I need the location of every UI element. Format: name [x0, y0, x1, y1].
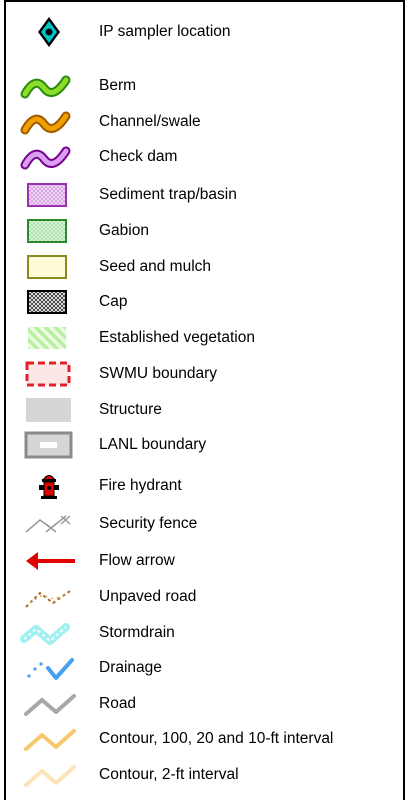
legend-label: Gabion	[99, 222, 149, 239]
legend-label: Flow arrow	[99, 552, 175, 569]
legend-label: Road	[99, 695, 137, 712]
drainage-icon	[27, 658, 74, 680]
gabion-icon	[27, 219, 67, 243]
lanl-boundary-icon	[24, 431, 73, 459]
legend-item-drainage: Drainage	[0, 652, 410, 684]
legend-label: Structure	[99, 401, 162, 418]
legend-label: Fire hydrant	[99, 477, 182, 494]
berm-icon	[20, 75, 71, 99]
cap-icon	[27, 290, 67, 314]
legend-item-swmu: SWMU boundary	[0, 358, 410, 390]
legend-label: SWMU boundary	[99, 365, 218, 382]
legend-item-contour-minor: Contour, 2-ft interval	[0, 759, 410, 791]
contour-minor-icon	[24, 765, 76, 787]
legend-item-vegetation: Established vegetation	[0, 322, 410, 354]
legend-item-sediment: Sediment trap/basin	[0, 179, 410, 211]
legend-item-seed: Seed and mulch	[0, 251, 410, 283]
legend-label: Security fence	[99, 515, 198, 532]
swmu-boundary-icon	[25, 361, 71, 387]
legend-label: Cap	[99, 293, 128, 310]
legend-label: Stormdrain	[99, 624, 175, 641]
legend-item-channel: Channel/swale	[0, 106, 410, 138]
check-dam-icon	[20, 146, 71, 170]
legend-item-check-dam: Check dam	[0, 141, 410, 173]
security-fence-icon	[25, 515, 71, 533]
diamond-icon	[38, 17, 60, 47]
legend-label: LANL boundary	[99, 436, 207, 453]
unpaved-road-icon	[25, 590, 71, 608]
stormdrain-icon	[20, 623, 70, 645]
sediment-trap-icon	[27, 183, 67, 207]
legend-item-cap: Cap	[0, 286, 410, 318]
legend-item-unpaved: Unpaved road	[0, 581, 410, 613]
vegetation-icon	[28, 327, 66, 349]
seed-mulch-icon	[27, 255, 67, 279]
legend-item-structure: Structure	[0, 394, 410, 426]
legend-label: Drainage	[99, 659, 162, 676]
contour-major-icon	[24, 729, 76, 751]
legend-item-ip-sampler: IP sampler location	[0, 16, 410, 48]
legend-item-lanl: LANL boundary	[0, 429, 410, 461]
legend-item-gabion: Gabion	[0, 215, 410, 247]
legend-item-berm: Berm	[0, 70, 410, 102]
legend-item-hydrant: Fire hydrant	[0, 470, 410, 502]
legend-label: IP sampler location	[99, 23, 231, 40]
legend-item-flow: Flow arrow	[0, 545, 410, 577]
legend-label: Seed and mulch	[99, 258, 212, 275]
fire-hydrant-icon	[39, 475, 59, 499]
legend-label: Established vegetation	[99, 329, 255, 346]
legend-label: Unpaved road	[99, 588, 197, 605]
legend-label: Channel/swale	[99, 113, 201, 130]
legend-label: Contour, 100, 20 and 10-ft interval	[99, 730, 334, 747]
legend-label: Berm	[99, 77, 137, 94]
legend-label: Check dam	[99, 148, 178, 165]
channel-swale-icon	[20, 111, 71, 135]
legend-item-contour-major: Contour, 100, 20 and 10-ft interval	[0, 723, 410, 755]
legend-item-stormdrain: Stormdrain	[0, 617, 410, 649]
road-icon	[24, 694, 76, 716]
legend-item-road: Road	[0, 688, 410, 720]
legend-label: Contour, 2-ft interval	[99, 766, 239, 783]
legend-item-fence: Security fence	[0, 508, 410, 540]
flow-arrow-icon	[26, 552, 75, 570]
structure-icon	[26, 398, 71, 422]
legend-label: Sediment trap/basin	[99, 186, 237, 203]
